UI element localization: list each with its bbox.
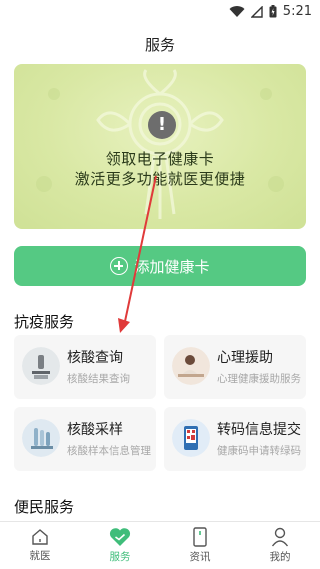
qr-phone-icon (172, 419, 210, 457)
plus-circle-icon (110, 257, 129, 275)
microscope-icon (22, 347, 60, 385)
battery-charging-icon (269, 5, 277, 18)
status-time: 5:21 (282, 4, 312, 19)
tab-profile[interactable]: 我的 (240, 522, 320, 569)
person-icon (271, 527, 289, 547)
card-title: 领取电子健康卡 (105, 150, 215, 168)
tab-label: 资讯 (189, 551, 211, 563)
tile-psych-support[interactable]: 心理援助 心理健康援助服务 (164, 335, 306, 399)
tab-services[interactable]: 服务 (80, 522, 160, 569)
tile-name: 心理援助 (217, 350, 273, 366)
tile-code-conversion[interactable]: 转码信息提交 健康码申请转绿码 (164, 407, 306, 471)
alert-icon: ! (148, 111, 176, 139)
person-at-desk-icon (172, 347, 210, 385)
tab-label: 服务 (109, 551, 131, 563)
status-icons: 5:21 (229, 4, 312, 19)
tile-name: 核酸查询 (67, 350, 123, 366)
heart-icon (109, 528, 131, 546)
tile-desc: 核酸结果查询 (67, 373, 130, 385)
tile-nucleic-sampling[interactable]: 核酸采样 核酸样本信息管理 (14, 407, 156, 471)
tab-label: 就医 (29, 550, 51, 562)
tab-label: 我的 (269, 551, 291, 563)
wifi-icon (229, 5, 245, 17)
tile-name: 转码信息提交 (217, 422, 301, 438)
tile-desc: 心理健康援助服务 (217, 373, 301, 385)
page-title: 服务 (144, 36, 175, 54)
card-subtitle: 激活更多功能就医更便捷 (74, 170, 246, 188)
health-card-banner[interactable]: ! 领取电子健康卡 激活更多功能就医更便捷 (14, 64, 306, 229)
signal-icon (250, 5, 263, 18)
tile-desc: 健康码申请转绿码 (217, 445, 301, 457)
chinese-knot-pattern (36, 69, 284, 219)
add-health-card-button[interactable]: 添加健康卡 (14, 246, 306, 286)
phone-icon (193, 527, 207, 547)
bottom-tab-bar: 就医 服务 资讯 我的 (0, 521, 320, 569)
home-icon (32, 529, 48, 545)
add-health-card-label: 添加健康卡 (134, 257, 210, 276)
tile-name: 核酸采样 (67, 422, 123, 438)
status-bar: 5:21 (0, 0, 320, 24)
section-title-convenience: 便民服务 (14, 498, 75, 516)
lab-sample-icon (22, 419, 60, 457)
tab-medical[interactable]: 就医 (0, 522, 80, 569)
tile-desc: 核酸样本信息管理 (67, 445, 151, 457)
tile-nucleic-query[interactable]: 核酸查询 核酸结果查询 (14, 335, 156, 399)
tab-news[interactable]: 资讯 (160, 522, 240, 569)
section-title-epidemic: 抗疫服务 (14, 313, 75, 331)
